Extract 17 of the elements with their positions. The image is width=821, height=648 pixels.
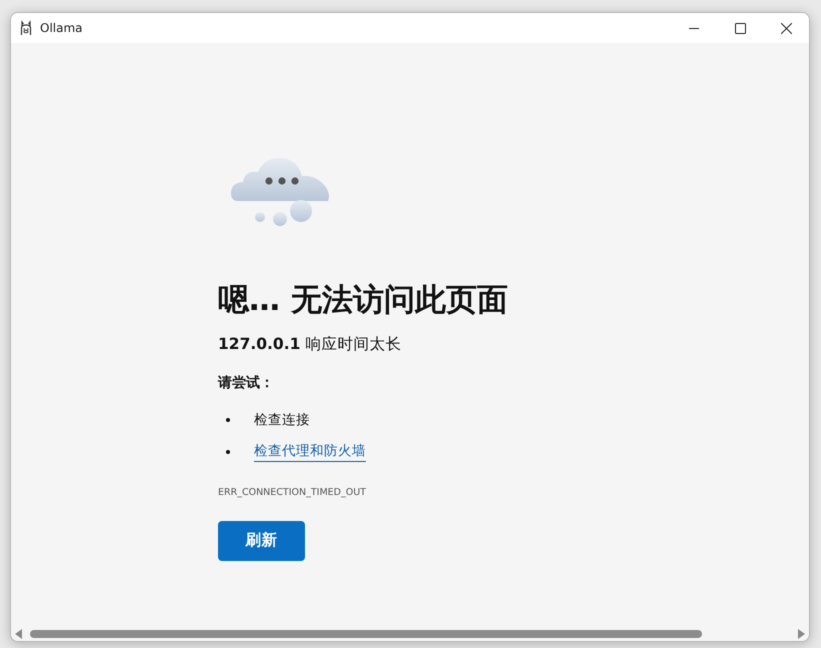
refresh-button[interactable]: 刷新: [218, 520, 305, 561]
error-code: ERR_CONNECTION_TIMED_OUT: [218, 486, 367, 500]
maximize-icon: [734, 22, 746, 34]
scroll-right-icon[interactable]: [797, 629, 805, 639]
scrollbar-thumb[interactable]: [30, 630, 702, 638]
error-heading: 嗯… 无法访问此页面: [218, 282, 509, 320]
llama-icon: [19, 20, 33, 36]
bullet-icon: [226, 418, 230, 422]
suggestion-link[interactable]: 检查代理和防火墙: [254, 443, 366, 462]
close-icon: [780, 22, 792, 34]
error-message: 127.0.0.1 响应时间太长: [218, 334, 402, 356]
horizontal-scrollbar[interactable]: [11, 627, 809, 641]
suggestion-text: 检查连接: [254, 411, 310, 430]
scroll-left-icon[interactable]: [15, 629, 23, 639]
window-title: Ollama: [40, 20, 83, 37]
suggestions-label: 请尝试：: [218, 374, 275, 394]
bullet-icon: [226, 450, 230, 454]
